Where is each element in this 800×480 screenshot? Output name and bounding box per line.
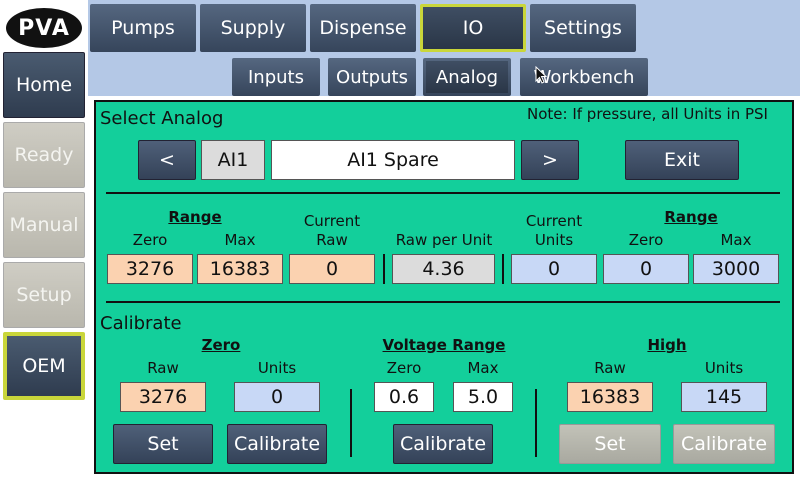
current-units-value: 0	[511, 254, 597, 284]
divider-units	[502, 254, 504, 284]
zero-units-label: Units	[257, 359, 297, 377]
range-zero-raw-field[interactable]: 3276	[107, 254, 193, 284]
subtab-outputs[interactable]: Outputs	[328, 58, 416, 96]
calibrate-high-button[interactable]: Calibrate	[673, 424, 775, 464]
high-cal-header: High	[647, 336, 687, 354]
subtab-analog-label: Analog	[426, 61, 508, 93]
subtab-inputs[interactable]: Inputs	[232, 58, 320, 96]
raw-per-unit-value: 4.36	[392, 254, 495, 284]
sidebar-item-home[interactable]: Home	[3, 52, 85, 118]
prev-analog-button[interactable]: <	[138, 140, 196, 180]
divider-mid	[106, 301, 780, 303]
sidebar-item-oem[interactable]: OEM	[3, 332, 85, 400]
set-zero-button[interactable]: Set	[113, 424, 213, 464]
tab-settings[interactable]: Settings	[530, 4, 636, 52]
max-label: Max	[224, 231, 256, 249]
range-max-units-field[interactable]: 3000	[693, 254, 779, 284]
voltage-range-header: Voltage Range	[382, 336, 506, 354]
analog-id: AI1	[201, 140, 265, 180]
units-note: Note: If pressure, all Units in PSI	[527, 105, 768, 123]
zero-raw-field[interactable]: 3276	[120, 382, 206, 412]
max-right-label: Max	[720, 231, 752, 249]
divider-voltage-high	[535, 389, 537, 457]
subtab-analog[interactable]: Analog	[423, 58, 511, 96]
sidebar-item-setup[interactable]: Setup	[3, 262, 85, 328]
voltage-max-label: Max	[467, 359, 499, 377]
tab-io-label: IO	[423, 7, 523, 49]
tab-pumps[interactable]: Pumps	[90, 4, 196, 52]
current-units-label: Current Units	[525, 212, 583, 249]
sidebar-item-manual[interactable]: Manual	[3, 192, 85, 258]
voltage-zero-label: Zero	[386, 359, 422, 377]
voltage-max-field[interactable]: 5.0	[453, 382, 513, 412]
sidebar-item-oem-label: OEM	[7, 336, 81, 396]
exit-button[interactable]: Exit	[625, 140, 739, 180]
analog-name: AI1 Spare	[271, 140, 515, 180]
calibrate-title: Calibrate	[100, 313, 182, 334]
set-high-button[interactable]: Set	[559, 424, 661, 464]
divider-top	[106, 192, 780, 194]
next-analog-button[interactable]: >	[521, 140, 579, 180]
range-max-raw-field[interactable]: 16383	[197, 254, 283, 284]
sidebar-item-ready[interactable]: Ready	[3, 122, 85, 188]
divider-raw	[383, 254, 385, 284]
current-raw-value: 0	[289, 254, 375, 284]
zero-label: Zero	[132, 231, 168, 249]
divider-zero-voltage	[350, 389, 352, 457]
mouse-cursor-icon	[535, 66, 548, 84]
zero-raw-label: Raw	[147, 359, 179, 377]
range-zero-units-field[interactable]: 0	[603, 254, 689, 284]
high-raw-field[interactable]: 16383	[567, 382, 653, 412]
high-units-label: Units	[704, 359, 744, 377]
high-units-field[interactable]: 145	[681, 382, 767, 412]
raw-per-unit-label: Raw per Unit	[395, 231, 493, 249]
current-raw-label: Current Raw	[303, 212, 361, 249]
zero-units-field[interactable]: 0	[234, 382, 320, 412]
zero-right-label: Zero	[628, 231, 664, 249]
zero-cal-header: Zero	[201, 336, 241, 354]
tab-dispense[interactable]: Dispense	[310, 4, 416, 52]
pva-logo: PVA	[6, 8, 82, 48]
tab-io[interactable]: IO	[420, 4, 526, 52]
range-right-header: Range	[664, 208, 718, 226]
select-analog-title: Select Analog	[100, 108, 224, 129]
tab-supply[interactable]: Supply	[200, 4, 306, 52]
range-left-header: Range	[168, 208, 222, 226]
calibrate-voltage-button[interactable]: Calibrate	[393, 424, 493, 464]
calibrate-zero-button[interactable]: Calibrate	[227, 424, 327, 464]
voltage-zero-field[interactable]: 0.6	[374, 382, 434, 412]
high-raw-label: Raw	[594, 359, 626, 377]
